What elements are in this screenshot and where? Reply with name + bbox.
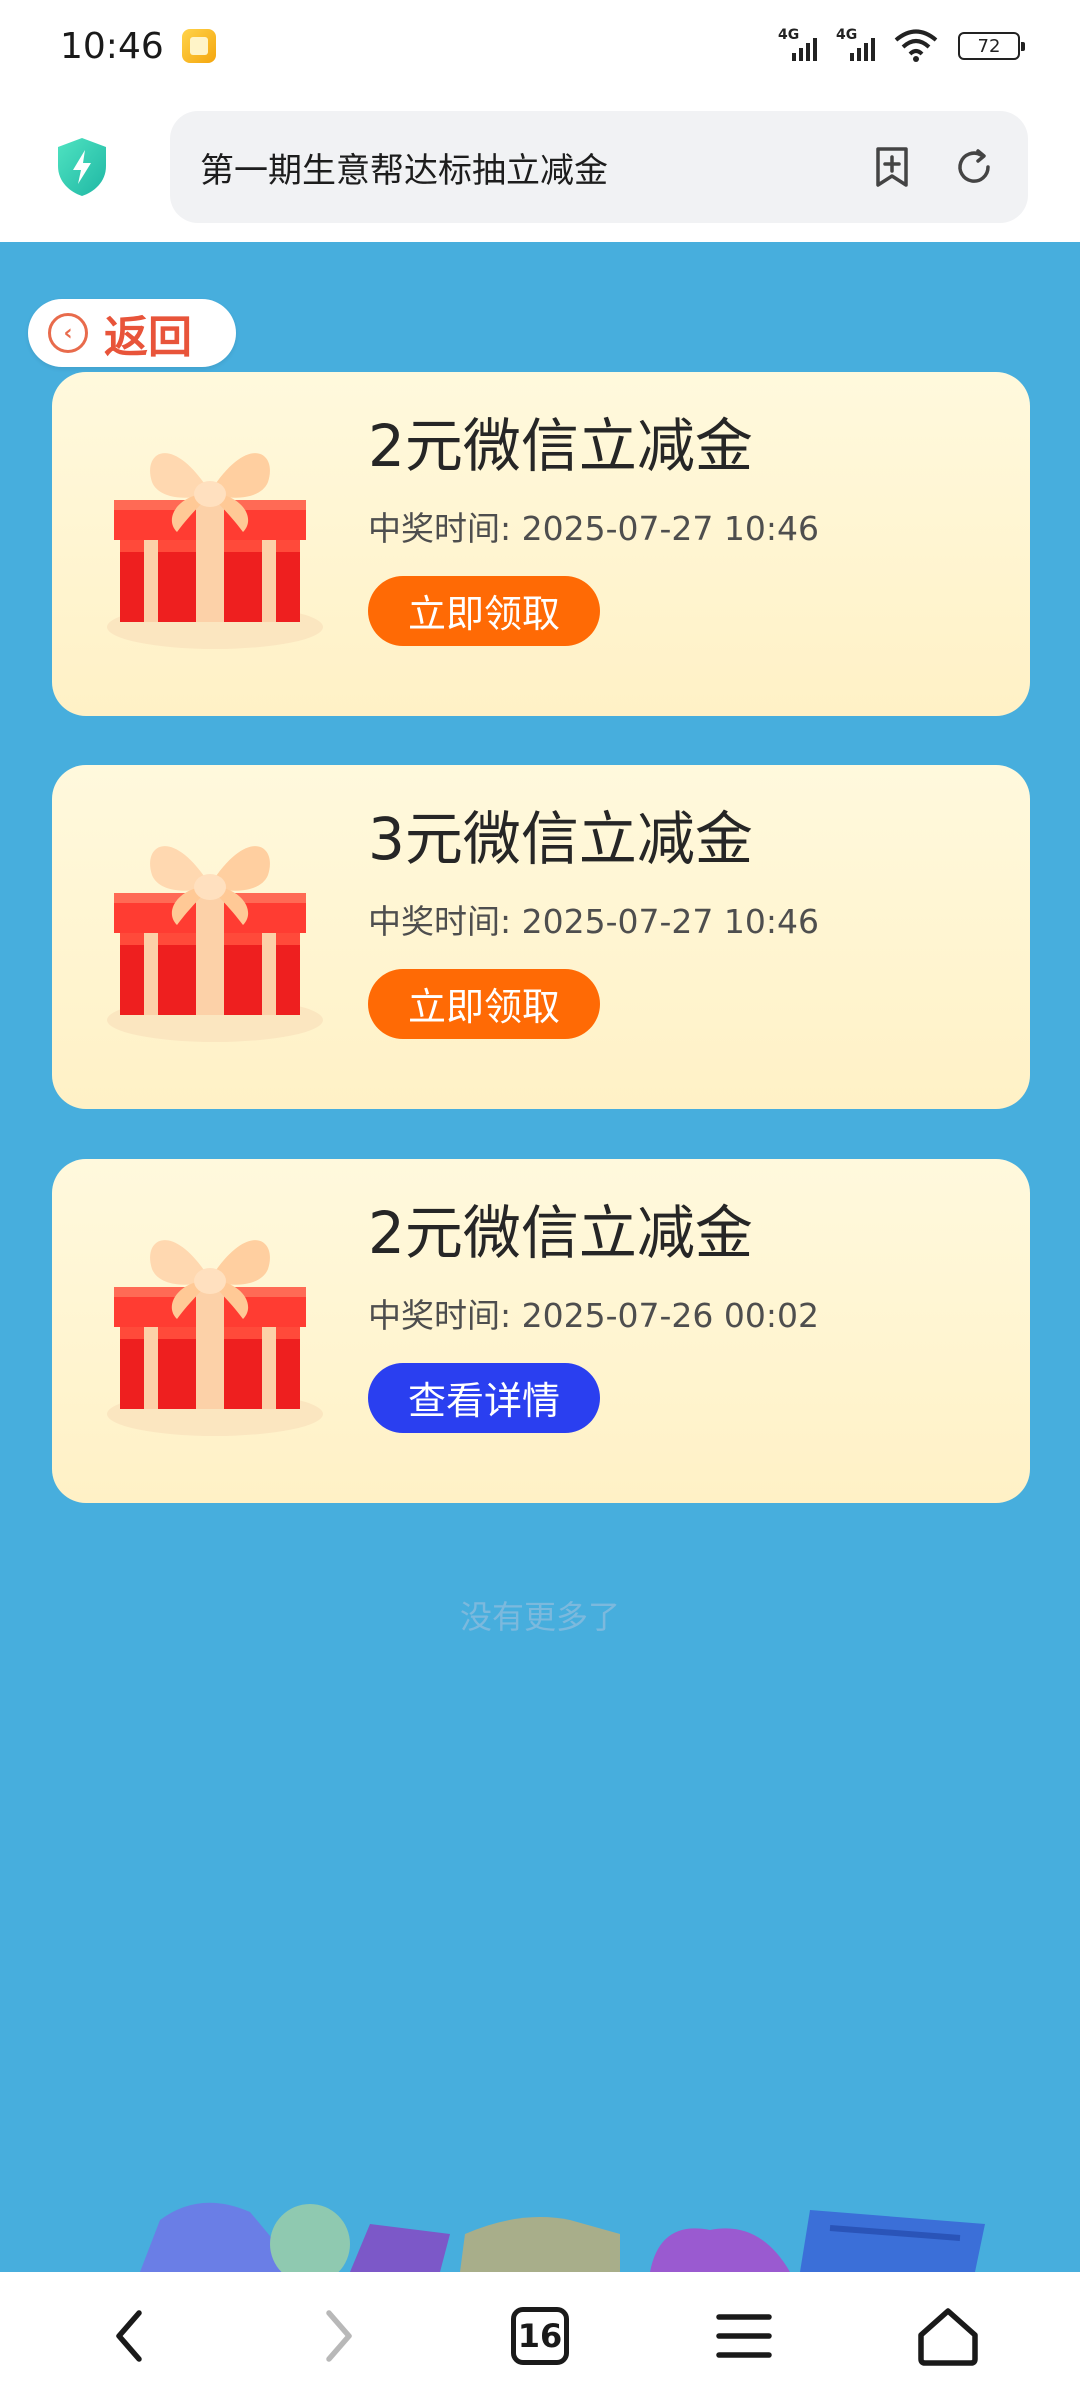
prize-time-row: 中奖时间: 2025-07-27 10:46	[368, 508, 819, 548]
nav-forward-button[interactable]	[286, 2286, 386, 2386]
prize-time: 2025-07-26 00:02	[521, 1295, 819, 1335]
decor-illustration	[140, 2202, 985, 2272]
menu-button[interactable]	[694, 2286, 794, 2386]
prize-card: 2元微信立减金 中奖时间: 2025-07-27 10:46 立即领取	[52, 372, 1030, 716]
network-type-1: 4G	[778, 27, 800, 43]
view-details-button[interactable]: 查看详情	[368, 1362, 600, 1433]
notification-icon	[181, 29, 216, 63]
battery-level: 72	[977, 35, 1001, 57]
refresh-icon[interactable]	[950, 143, 998, 191]
browser-nav-bar: 16	[0, 2272, 1080, 2400]
no-more-text: 没有更多了	[459, 1598, 620, 1636]
address-bar[interactable]: 第一期生意帮达标抽立减金	[170, 111, 1028, 223]
browser-toolbar: 第一期生意帮达标抽立减金	[0, 92, 1080, 242]
prize-time-label: 中奖时间	[368, 1295, 500, 1335]
prize-title: 3元微信立减金	[368, 805, 753, 873]
claim-button[interactable]: 立即领取	[368, 575, 600, 646]
prize-card: 3元微信立减金 中奖时间: 2025-07-27 10:46 立即领取	[52, 765, 1030, 1109]
gift-box-icon	[107, 453, 323, 649]
home-button[interactable]	[898, 2286, 998, 2386]
prize-title: 2元微信立减金	[368, 412, 753, 480]
gift-box-icon	[107, 846, 323, 1042]
nav-back-button[interactable]	[82, 2286, 182, 2386]
signal-icon: 4G	[778, 27, 822, 61]
back-label: 返回	[104, 312, 192, 363]
chevron-right-icon	[326, 2310, 352, 2362]
chevron-left-icon	[116, 2310, 142, 2362]
prize-time-row: 中奖时间: 2025-07-26 00:02	[368, 1295, 819, 1335]
status-bar: 10:46 4G 4G 72	[0, 0, 1080, 92]
tabs-button[interactable]: 16	[490, 2286, 590, 2386]
prize-time-label: 中奖时间	[368, 901, 500, 941]
signal-icon-2: 4G	[836, 27, 880, 61]
prize-time-row: 中奖时间: 2025-07-27 10:46	[368, 901, 819, 941]
back-arrow-icon: ‹	[48, 313, 88, 353]
wifi-icon	[894, 29, 938, 62]
shield-icon[interactable]	[54, 136, 110, 198]
menu-icon	[716, 2314, 772, 2358]
tab-count: 16	[511, 2307, 569, 2365]
back-button[interactable]: ‹ 返回	[28, 299, 236, 367]
prize-card: 2元微信立减金 中奖时间: 2025-07-26 00:02 查看详情	[52, 1159, 1030, 1503]
home-icon	[918, 2308, 978, 2366]
status-time: 10:46	[60, 25, 164, 67]
prize-time: 2025-07-27 10:46	[521, 901, 819, 941]
prize-time-label: 中奖时间	[368, 508, 500, 548]
claim-button[interactable]: 立即领取	[368, 968, 600, 1039]
battery-icon: 72	[958, 32, 1025, 60]
prize-time: 2025-07-27 10:46	[521, 508, 819, 548]
bookmark-add-icon[interactable]	[868, 143, 916, 191]
prize-title: 2元微信立减金	[368, 1199, 753, 1267]
network-type-2: 4G	[836, 27, 858, 43]
page-title: 第一期生意帮达标抽立减金	[200, 150, 608, 191]
gift-box-icon	[107, 1240, 323, 1436]
